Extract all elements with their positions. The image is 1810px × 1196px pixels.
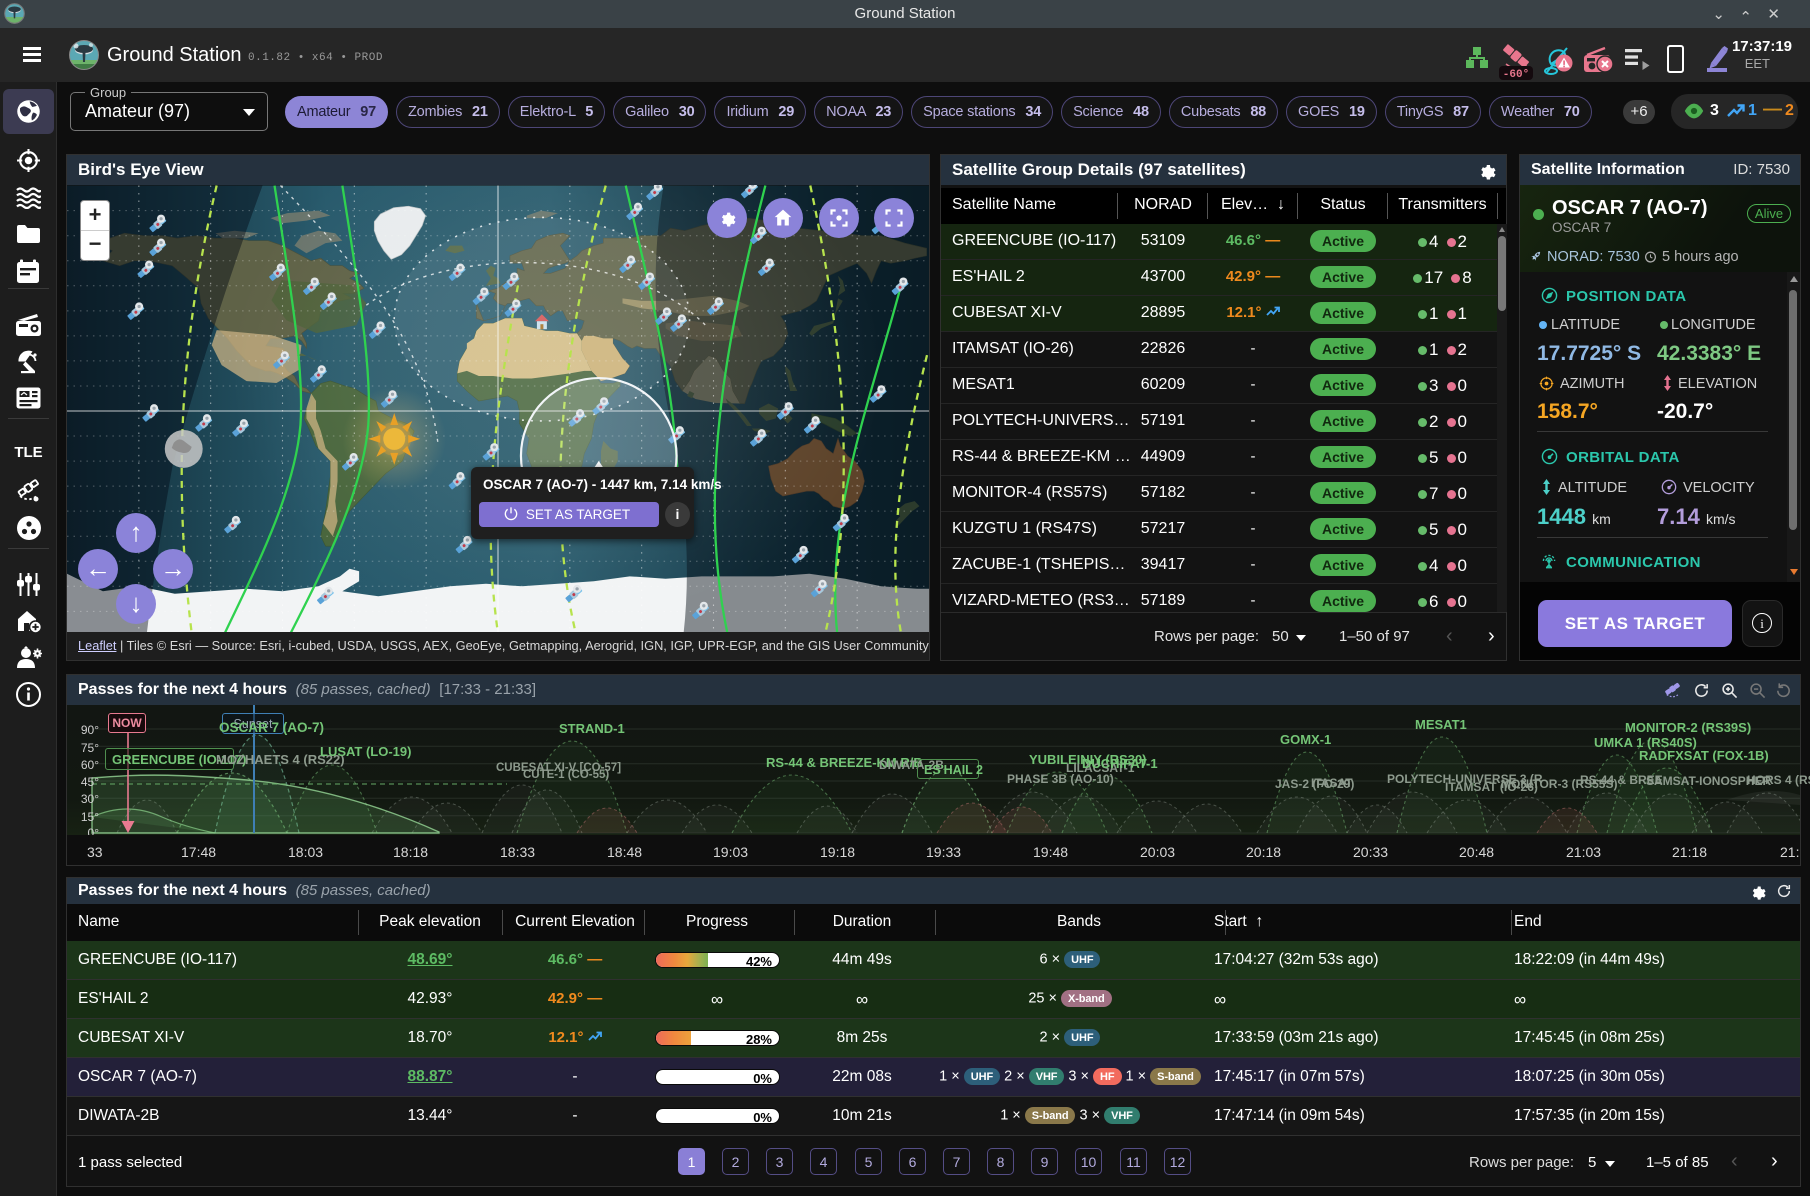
svg-text:-60°: -60° — [1503, 69, 1529, 81]
